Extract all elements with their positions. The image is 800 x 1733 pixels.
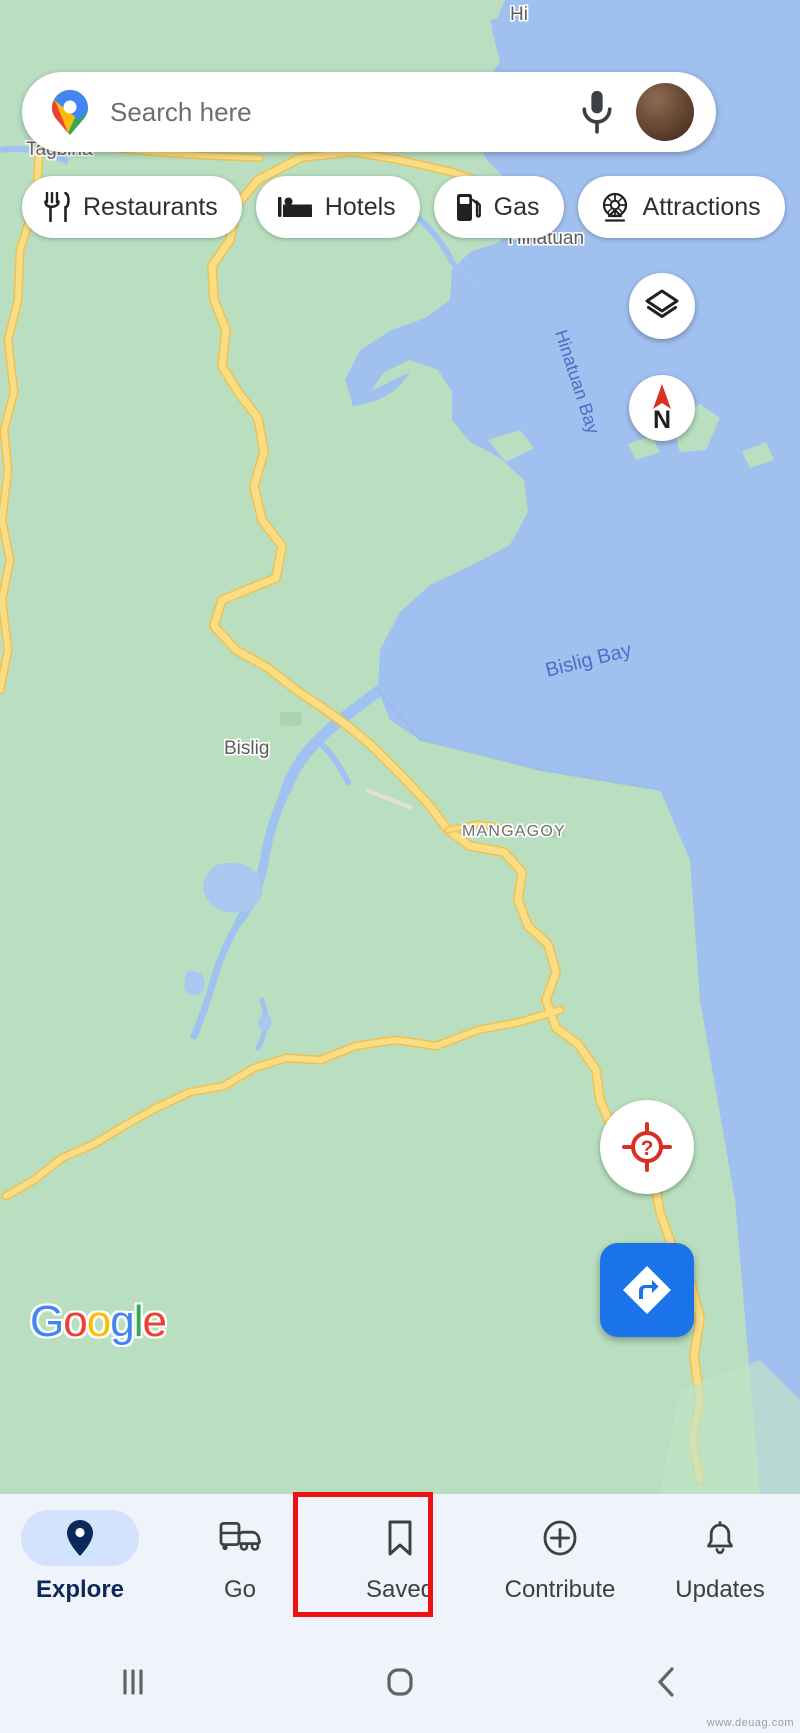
- search-bar[interactable]: Search here: [22, 72, 716, 152]
- ferris-wheel-icon: [602, 192, 627, 222]
- google-maps-pin-icon: [52, 90, 88, 135]
- google-maps-screen: Hi Tagbina Hinatuan Hinatuan Bay Bislig …: [0, 0, 800, 1733]
- watermark-text: www.deuag.com: [706, 1717, 794, 1729]
- compass-label: N: [652, 406, 672, 434]
- compass-button[interactable]: N: [629, 375, 695, 441]
- nav-icon-background: [181, 1510, 299, 1566]
- commute-bus-car-icon: [219, 1522, 261, 1551]
- chip-label: Hotels: [324, 192, 396, 221]
- layers-icon: [645, 289, 679, 318]
- chip-label: Attractions: [642, 192, 761, 221]
- google-logo-letter: o: [86, 1297, 112, 1346]
- microphone-icon[interactable]: [576, 88, 618, 136]
- nav-icon-background: [661, 1510, 779, 1566]
- chip-attractions[interactable]: Attractions: [577, 176, 785, 238]
- nav-icon-background: [21, 1510, 139, 1566]
- gas-pump-icon: [456, 194, 481, 221]
- layers-button[interactable]: [629, 273, 695, 339]
- google-logo-letter: o: [63, 1297, 88, 1346]
- directions-button[interactable]: [600, 1243, 694, 1337]
- home-button[interactable]: [267, 1630, 534, 1733]
- google-logo: Google: [30, 1297, 167, 1346]
- nav-label: Saved: [365, 1576, 435, 1603]
- nav-icon-background: [341, 1510, 459, 1566]
- plus-circle-icon: [543, 1520, 577, 1556]
- hotel-bed-icon: [277, 197, 312, 217]
- google-logo-letter: G: [30, 1297, 64, 1346]
- search-input[interactable]: Search here: [110, 97, 558, 128]
- map-pin-icon: [67, 1520, 93, 1556]
- chip-restaurants[interactable]: Restaurants: [22, 176, 242, 238]
- chip-hotels[interactable]: Hotels: [255, 176, 420, 238]
- compass-north-icon: N: [642, 384, 682, 434]
- category-chips: Restaurants Hotels Gas Attractions: [22, 176, 785, 238]
- chip-label: Restaurants: [83, 192, 218, 221]
- recent-apps-button[interactable]: [0, 1630, 267, 1733]
- rounded-square-icon: [387, 1667, 413, 1696]
- google-logo-letter: e: [142, 1297, 167, 1346]
- nav-label: Explore: [35, 1576, 125, 1603]
- chip-label: Gas: [493, 192, 540, 221]
- nav-label: Go: [223, 1576, 256, 1603]
- nav-label: Updates: [675, 1576, 765, 1603]
- bell-icon: [707, 1521, 733, 1555]
- my-location-button[interactable]: ?: [600, 1100, 694, 1194]
- location-unknown-crosshair-icon: ?: [622, 1122, 672, 1172]
- chip-gas[interactable]: Gas: [433, 176, 564, 238]
- bottom-navigation-bar: Explore Go Saved Contribute Updates: [0, 1494, 800, 1630]
- nav-item-saved[interactable]: Saved: [320, 1510, 480, 1604]
- avatar[interactable]: [636, 83, 694, 141]
- restaurant-fork-knife-icon: [44, 192, 70, 222]
- directions-arrow-icon: [623, 1266, 671, 1314]
- chevron-left-icon: [658, 1666, 674, 1697]
- nav-item-contribute[interactable]: Contribute: [480, 1510, 640, 1604]
- three-vertical-bars-icon: [123, 1668, 143, 1695]
- google-logo-letter: g: [110, 1297, 135, 1346]
- svg-text:?: ?: [641, 1137, 654, 1160]
- nav-label: Contribute: [504, 1576, 616, 1603]
- nav-item-go[interactable]: Go: [160, 1510, 320, 1604]
- nav-item-updates[interactable]: Updates: [640, 1510, 800, 1604]
- bookmark-icon: [388, 1520, 412, 1556]
- nav-icon-background: [501, 1510, 619, 1566]
- nav-item-explore[interactable]: Explore: [0, 1510, 160, 1604]
- android-system-navigation-bar: [0, 1630, 800, 1733]
